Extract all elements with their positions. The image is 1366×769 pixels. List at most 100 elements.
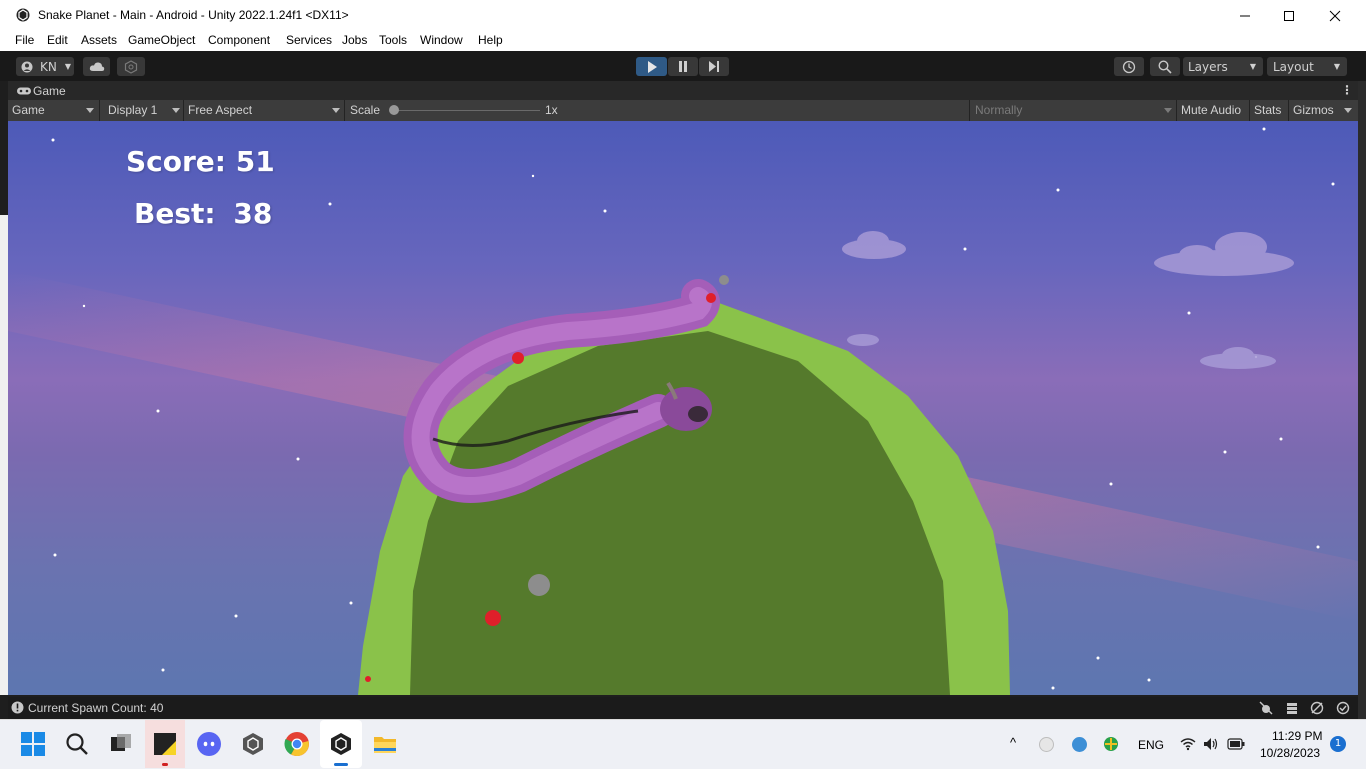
separator (1288, 100, 1289, 121)
onedrive-icon[interactable] (1071, 736, 1088, 753)
status-message[interactable]: Current Spawn Count: 40 (28, 701, 163, 715)
chrome-icon[interactable] (284, 731, 310, 757)
aspect-dropdown[interactable]: Free Aspect (188, 103, 252, 117)
clock-date[interactable]: 10/28/2023 (1260, 746, 1320, 760)
cache-server-icon[interactable] (1285, 701, 1299, 715)
volume-icon[interactable] (1203, 737, 1219, 751)
play-button[interactable] (636, 57, 667, 76)
info-icon (11, 701, 24, 714)
chevron-down-icon: ▼ (64, 62, 72, 71)
separator (183, 100, 184, 121)
play-focus-dropdown[interactable]: Normally (975, 103, 1022, 117)
layers-label: Layers (1188, 59, 1228, 74)
pause-icon (679, 61, 687, 72)
bug-icon[interactable] (1259, 701, 1273, 715)
task-view-icon[interactable] (108, 731, 134, 757)
score-display: Score: 51 (126, 145, 275, 178)
separator (969, 100, 970, 121)
score-value: 51 (235, 145, 275, 178)
unity-editor-app[interactable] (320, 720, 362, 768)
menu-help[interactable]: Help (478, 33, 503, 47)
notification-badge[interactable]: 1 (1330, 736, 1346, 752)
collab-button[interactable] (117, 57, 145, 76)
unity-hub-icon[interactable] (240, 731, 266, 757)
scale-slider-thumb[interactable] (389, 105, 399, 115)
separator (1249, 100, 1250, 121)
tab-game[interactable]: Game (33, 84, 66, 98)
menu-edit[interactable]: Edit (47, 33, 68, 47)
game-mode-dropdown[interactable]: Game (12, 103, 45, 117)
mute-audio-toggle[interactable]: Mute Audio (1181, 103, 1241, 117)
score-label: Score: (126, 145, 226, 178)
battery-icon[interactable] (1227, 738, 1245, 750)
scale-slider-track[interactable] (394, 110, 540, 111)
network-share-icon[interactable] (1102, 735, 1120, 753)
best-display: Best: 38 (134, 197, 272, 230)
game-tab-bar: Game ⋮ (8, 81, 1358, 101)
more-options-icon[interactable]: ⋮ (1341, 83, 1353, 97)
auto-generate-lighting-icon[interactable] (1310, 701, 1324, 715)
left-window-edge (0, 215, 8, 695)
chevron-down-icon (1344, 108, 1352, 113)
wifi-icon[interactable] (1180, 737, 1196, 751)
close-button[interactable] (1312, 0, 1358, 31)
menu-assets[interactable]: Assets (81, 33, 117, 47)
app-tray-icon[interactable] (1038, 736, 1055, 753)
chevron-down-icon: ▼ (1333, 62, 1340, 71)
search-button[interactable] (1150, 57, 1180, 76)
step-icon (709, 61, 719, 72)
sticky-notes-icon (154, 733, 176, 755)
cloud-button[interactable] (83, 57, 110, 76)
chevron-down-icon (86, 108, 94, 113)
sticky-notes-app[interactable] (145, 720, 185, 768)
menu-window[interactable]: Window (420, 33, 463, 47)
chevron-down-icon: ▼ (1249, 62, 1256, 71)
menu-bar: File Edit Assets GameObject Component Se… (0, 31, 1366, 51)
right-window-edge (1358, 81, 1366, 719)
maximize-button[interactable] (1266, 0, 1312, 31)
chevron-down-icon (332, 108, 340, 113)
app-active-indicator (334, 763, 348, 766)
file-explorer-icon[interactable] (372, 731, 398, 757)
close-icon (1329, 10, 1341, 21)
stats-toggle[interactable]: Stats (1254, 103, 1281, 117)
check-circle-icon[interactable] (1336, 701, 1350, 715)
chevron-up-icon[interactable]: ^ (1010, 735, 1016, 750)
layers-dropdown[interactable]: Layers ▼ (1183, 57, 1263, 76)
status-bar: Current Spawn Count: 40 (8, 697, 1358, 719)
unity-logo-icon (16, 8, 30, 22)
language-indicator[interactable]: ENG (1138, 738, 1164, 752)
snake-eye (688, 406, 708, 422)
layout-dropdown[interactable]: Layout ▼ (1267, 57, 1347, 76)
search-icon[interactable] (64, 731, 90, 757)
menu-file[interactable]: File (15, 33, 34, 47)
chevron-down-icon (1164, 108, 1172, 113)
menu-services[interactable]: Services (286, 33, 332, 47)
display-dropdown[interactable]: Display 1 (108, 103, 157, 117)
window-title-bar: Snake Planet - Main - Android - Unity 20… (0, 0, 1366, 31)
layout-label: Layout (1273, 59, 1314, 74)
unity-icon (331, 733, 351, 755)
minimize-button[interactable] (1222, 0, 1268, 31)
windows-start-icon[interactable] (20, 731, 46, 757)
scale-label: Scale (350, 103, 381, 117)
discord-icon[interactable] (196, 731, 222, 757)
pause-button[interactable] (668, 57, 698, 76)
history-icon (1122, 60, 1136, 73)
separator (344, 100, 345, 121)
menu-component[interactable]: Component (208, 33, 270, 47)
history-button[interactable] (1114, 57, 1144, 76)
clouds (842, 231, 1294, 369)
play-icon (647, 60, 657, 73)
menu-gameobject[interactable]: GameObject (128, 33, 195, 47)
best-value: 38 (233, 197, 273, 230)
separator (99, 100, 100, 121)
menu-jobs[interactable]: Jobs (342, 33, 367, 47)
step-button[interactable] (699, 57, 729, 76)
menu-tools[interactable]: Tools (379, 33, 407, 47)
gizmos-toggle[interactable]: Gizmos (1293, 103, 1334, 117)
app-running-indicator (162, 763, 168, 766)
account-dropdown[interactable]: KN ▼ (16, 57, 74, 76)
clock-time[interactable]: 11:29 PM (1272, 729, 1322, 743)
game-viewport[interactable]: Score: 51 Best: 38 (8, 121, 1358, 695)
